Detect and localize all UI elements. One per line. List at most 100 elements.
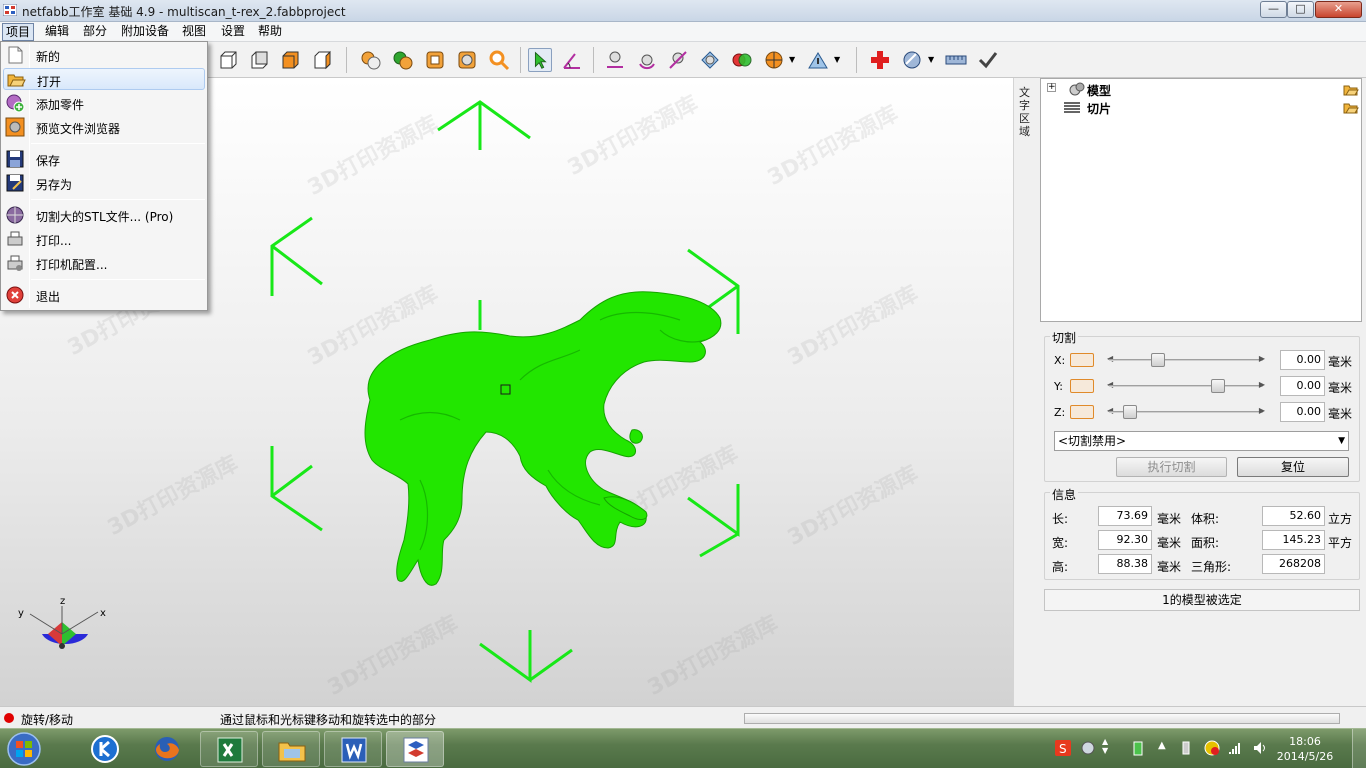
folder-open-icon[interactable] — [1343, 101, 1359, 114]
menu-help[interactable]: 帮助 — [255, 23, 285, 41]
checkmark-icon[interactable] — [976, 48, 1000, 72]
battery-icon[interactable] — [1130, 740, 1146, 756]
taskbar-clock[interactable]: 18:06 2014/5/26 — [1276, 734, 1334, 764]
cut-x-slider[interactable]: ◀ ▶ — [1101, 352, 1271, 368]
chevron-down-icon[interactable]: ▼ — [928, 55, 934, 64]
menu-part[interactable]: 部分 — [80, 23, 110, 41]
menu-item-open[interactable]: 打开 — [3, 68, 205, 90]
slider-thumb[interactable] — [1211, 379, 1226, 393]
taskbar-app-word[interactable] — [324, 731, 382, 767]
select-pointer-icon[interactable] — [528, 48, 552, 72]
usb-icon[interactable] — [1178, 740, 1194, 756]
show-wireframe-icon[interactable] — [423, 48, 447, 72]
measure-icon[interactable] — [900, 48, 924, 72]
show-spheres-icon[interactable] — [359, 48, 383, 72]
toolbar-separator — [856, 47, 857, 73]
slider-track[interactable] — [1109, 385, 1263, 387]
view-side-icon[interactable] — [310, 48, 334, 72]
kingsoft-icon — [91, 735, 119, 763]
status-scrollbar[interactable] — [744, 713, 1340, 724]
sogou-input-icon[interactable]: S — [1055, 740, 1071, 756]
menu-item-printer-config[interactable]: 打印机配置... — [3, 252, 205, 274]
cut-y-slider[interactable]: ◀ ▶ — [1101, 378, 1271, 394]
side-panel-label[interactable]: 文字区域 — [1019, 86, 1033, 138]
ruler-icon[interactable] — [944, 48, 968, 72]
volume-icon[interactable] — [1252, 740, 1268, 756]
menu-item-exit[interactable]: 退出 — [3, 284, 205, 306]
cut-part-icon[interactable] — [762, 48, 786, 72]
chevron-down-icon[interactable]: ▼ — [1338, 432, 1345, 450]
taskbar-app-explorer[interactable] — [262, 731, 320, 767]
boolean-icon[interactable] — [730, 48, 754, 72]
cut-y-value[interactable]: 0.00 — [1280, 376, 1325, 396]
minimize-button[interactable]: — — [1260, 1, 1287, 18]
taskbar-app-excel[interactable] — [200, 731, 258, 767]
zoom-icon[interactable] — [487, 48, 511, 72]
menu-edit[interactable]: 编辑 — [42, 23, 72, 41]
tree-item-slices[interactable]: 切片 — [1047, 100, 1361, 116]
scale-part-icon[interactable] — [666, 48, 690, 72]
show-hidden-icons-icon[interactable]: ▲ — [1158, 740, 1166, 751]
menu-item-file-browser[interactable]: 预览文件浏览器 — [3, 116, 205, 138]
slider-right-arrow-icon[interactable]: ▶ — [1259, 406, 1265, 415]
view-back-icon[interactable] — [247, 48, 271, 72]
cut-x-color[interactable] — [1070, 353, 1094, 367]
cut-z-value[interactable]: 0.00 — [1280, 402, 1325, 422]
view-top-icon[interactable] — [278, 48, 302, 72]
slider-thumb[interactable] — [1123, 405, 1137, 419]
folder-open-icon[interactable] — [1343, 83, 1359, 96]
taskbar-app-kingsoft[interactable] — [76, 731, 134, 767]
cut-y-color[interactable] — [1070, 379, 1094, 393]
move-part-icon[interactable] — [603, 48, 627, 72]
execute-cut-button[interactable]: 执行切割 — [1116, 457, 1227, 477]
slider-thumb[interactable] — [1151, 353, 1165, 367]
cut-x-value[interactable]: 0.00 — [1280, 350, 1325, 370]
security-shield-icon[interactable] — [1204, 740, 1220, 756]
input-settings-icon[interactable] — [1080, 740, 1096, 756]
slider-right-arrow-icon[interactable]: ▶ — [1259, 380, 1265, 389]
menu-item-add-part[interactable]: 添加零件 — [3, 92, 205, 114]
measure-angle-icon[interactable] — [560, 48, 584, 72]
cut-z-color[interactable] — [1070, 405, 1094, 419]
view-front-icon[interactable] — [216, 48, 240, 72]
chevron-down-icon[interactable]: ▼ — [789, 55, 795, 64]
menu-item-label: 切割大的STL文件... (Pro) — [36, 210, 174, 224]
chevron-down-icon[interactable]: ▼ — [834, 55, 840, 64]
info-triangles-label: 三角形: — [1191, 560, 1232, 574]
expand-icon[interactable]: + — [1047, 83, 1056, 92]
close-button[interactable]: ✕ — [1315, 1, 1362, 18]
menu-item-new[interactable]: 新的 — [3, 44, 205, 66]
panel-splitter[interactable] — [1013, 78, 1039, 706]
tree-item-model[interactable]: + 模型 — [1047, 82, 1361, 98]
cut-z-slider[interactable]: ◀ ▶ — [1101, 404, 1271, 420]
show-desktop-button[interactable] — [1352, 729, 1366, 768]
slider-right-arrow-icon[interactable]: ▶ — [1259, 354, 1265, 363]
maximize-button[interactable]: □ — [1287, 1, 1314, 18]
cut-mode-select[interactable]: <切割禁用> ▼ — [1054, 431, 1349, 451]
menu-item-print[interactable]: 打印... — [3, 228, 205, 250]
taskbar-app-netfabb[interactable] — [386, 731, 444, 767]
slider-track[interactable] — [1109, 359, 1263, 361]
menu-item-cut-stl[interactable]: 切割大的STL文件... (Pro) — [3, 204, 205, 226]
info-area-unit: 平方 — [1328, 536, 1353, 550]
menu-item-save[interactable]: 保存 — [3, 148, 205, 170]
repair-icon[interactable] — [868, 48, 892, 72]
window-title: netfabb工作室 基础 4.9 - multiscan_t-rex_2.fa… — [22, 5, 346, 19]
menu-project[interactable]: 项目 — [2, 23, 35, 41]
network-signal-icon[interactable] — [1228, 740, 1244, 756]
show-solid-icon[interactable] — [391, 48, 415, 72]
menu-extras[interactable]: 附加设备 — [118, 23, 172, 41]
analysis-icon[interactable] — [806, 48, 830, 72]
mirror-part-icon[interactable] — [698, 48, 722, 72]
taskbar-app-firefox[interactable] — [138, 731, 196, 767]
reset-button[interactable]: 复位 — [1237, 457, 1349, 477]
chevron-down-icon[interactable]: ▲ ▼ — [1102, 737, 1108, 755]
info-area-value: 145.23 — [1262, 530, 1325, 550]
start-orb-icon[interactable] — [4, 730, 44, 768]
show-box-icon[interactable] — [455, 48, 479, 72]
menu-item-save-as[interactable]: 另存为 — [3, 172, 205, 194]
menu-view[interactable]: 视图 — [179, 23, 209, 41]
project-tree[interactable]: + 模型 切片 — [1040, 78, 1362, 322]
rotate-part-icon[interactable] — [635, 48, 659, 72]
menu-settings[interactable]: 设置 — [218, 23, 248, 41]
